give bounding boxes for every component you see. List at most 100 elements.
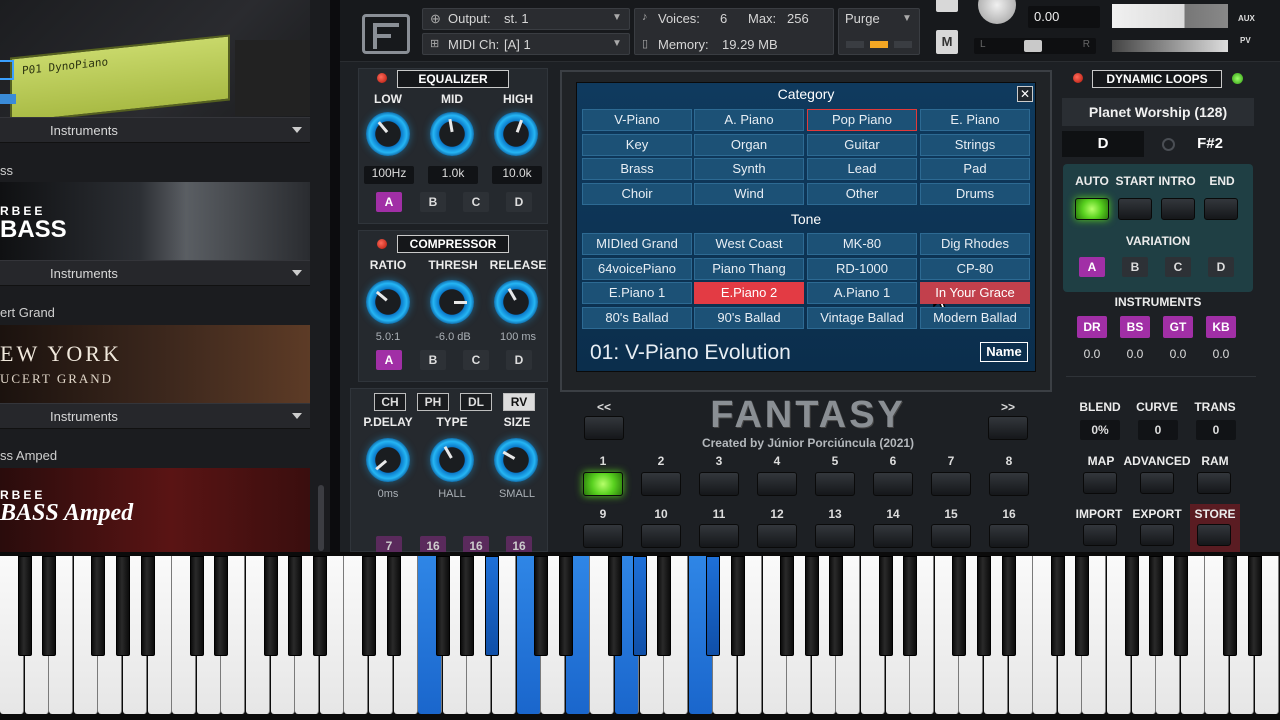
category-key[interactable]: Key — [582, 133, 692, 156]
black-key[interactable] — [706, 556, 720, 656]
next-button[interactable] — [988, 416, 1028, 440]
close-icon[interactable]: ✕ — [1017, 86, 1033, 102]
eq-low-value[interactable]: 100Hz — [364, 166, 414, 184]
pv-button[interactable]: PV — [1240, 36, 1251, 45]
black-key[interactable] — [559, 556, 573, 656]
loop-pad-3[interactable] — [699, 472, 739, 496]
black-key[interactable] — [829, 556, 843, 656]
solo-button[interactable] — [936, 0, 958, 12]
loop-pad-7[interactable] — [931, 472, 971, 496]
loops-power-led[interactable] — [1073, 73, 1083, 83]
black-key[interactable] — [460, 556, 474, 656]
loop-pad-1[interactable] — [583, 472, 623, 496]
comp-thresh-knob[interactable] — [430, 280, 474, 324]
comp-preset-b[interactable]: B — [420, 350, 446, 370]
variation-b[interactable]: B — [1122, 257, 1148, 277]
key-left-value[interactable]: D — [1062, 131, 1144, 157]
eq-mid-knob[interactable] — [430, 112, 474, 156]
prev-button[interactable] — [584, 416, 624, 440]
volume-slider[interactable] — [1112, 40, 1228, 52]
key-right-value[interactable]: F#2 — [1186, 131, 1234, 157]
comp-preset-a[interactable]: A — [376, 350, 402, 370]
category-lead[interactable]: Lead — [807, 158, 917, 180]
fx-predelay-knob[interactable] — [366, 438, 410, 482]
black-key[interactable] — [1002, 556, 1016, 656]
category-v-piano[interactable]: V-Piano — [582, 109, 692, 131]
tone-piano-thang[interactable]: Piano Thang — [694, 257, 804, 280]
loop-pad-10[interactable] — [641, 524, 681, 548]
tab-phaser[interactable]: PH — [417, 393, 449, 411]
category-choir[interactable]: Choir — [582, 182, 692, 205]
tone-rd-1000[interactable]: RD-1000 — [807, 257, 917, 280]
fx-type-knob[interactable] — [430, 438, 474, 482]
library-menu-1[interactable]: Instruments — [0, 117, 310, 143]
comp-preset-c[interactable]: C — [463, 350, 489, 370]
tone-midied-grand[interactable]: MIDIed Grand — [582, 233, 692, 255]
library-scrollbar[interactable] — [318, 485, 324, 551]
black-key[interactable] — [657, 556, 671, 656]
instrument-drums[interactable]: DR — [1077, 316, 1107, 338]
variation-c[interactable]: C — [1165, 257, 1191, 277]
black-key[interactable] — [977, 556, 991, 656]
category-drums[interactable]: Drums — [920, 182, 1030, 205]
tone-e-piano-2[interactable]: E.Piano 2 — [694, 282, 804, 304]
black-key[interactable] — [91, 556, 105, 656]
eq-high-value[interactable]: 10.0k — [492, 166, 542, 184]
eq-mid-value[interactable]: 1.0k — [428, 166, 478, 184]
loop-pad-16[interactable] — [989, 524, 1029, 548]
loop-pad-6[interactable] — [873, 472, 913, 496]
library-image-newyork[interactable]: EW YORK UCERT GRAND — [0, 325, 310, 403]
library-image-bass-amped[interactable]: RBEE BASS Amped — [0, 468, 310, 552]
comp-preset-d[interactable]: D — [506, 350, 532, 370]
tone-west-coast[interactable]: West Coast — [694, 233, 804, 255]
black-key[interactable] — [264, 556, 278, 656]
loop-pad-13[interactable] — [815, 524, 855, 548]
tab-chorus[interactable]: CH — [374, 393, 406, 411]
tone-dig-rhodes[interactable]: Dig Rhodes — [920, 233, 1030, 255]
eq-low-knob[interactable] — [366, 112, 410, 156]
category-organ[interactable]: Organ — [694, 133, 804, 156]
black-key[interactable] — [1075, 556, 1089, 656]
store-button[interactable] — [1197, 524, 1231, 546]
pan-slider[interactable]: L R — [974, 38, 1096, 54]
auto-button[interactable] — [1075, 198, 1109, 220]
tone-cp-80[interactable]: CP-80 — [920, 257, 1030, 280]
library-menu-3[interactable]: Instruments — [0, 403, 310, 429]
black-key[interactable] — [1125, 556, 1139, 656]
category-wind[interactable]: Wind — [694, 182, 804, 205]
black-key[interactable] — [116, 556, 130, 656]
category-pad[interactable]: Pad — [920, 158, 1030, 180]
import-button[interactable] — [1083, 524, 1117, 546]
export-button[interactable] — [1140, 524, 1174, 546]
loop-pad-9[interactable] — [583, 524, 623, 548]
eq-preset-c[interactable]: C — [463, 192, 489, 212]
tone-90-s-ballad[interactable]: 90's Ballad — [694, 306, 804, 329]
black-key[interactable] — [436, 556, 450, 656]
variation-a[interactable]: A — [1079, 257, 1105, 277]
category-pop-piano[interactable]: Pop Piano — [807, 109, 917, 131]
tone-e-piano-1[interactable]: E.Piano 1 — [582, 282, 692, 304]
black-key[interactable] — [1149, 556, 1163, 656]
tone-a-piano-1[interactable]: A.Piano 1 — [807, 282, 917, 304]
fx-size-knob[interactable] — [494, 438, 538, 482]
loop-pad-5[interactable] — [815, 472, 855, 496]
black-key[interactable] — [1174, 556, 1188, 656]
category-a-piano[interactable]: A. Piano — [694, 109, 804, 131]
library-image-dynopiano[interactable]: P01 DynoPiano — [0, 0, 310, 118]
comp-power-led[interactable] — [377, 239, 387, 249]
black-key[interactable] — [633, 556, 647, 656]
category-guitar[interactable]: Guitar — [807, 133, 917, 156]
variation-d[interactable]: D — [1208, 257, 1234, 277]
ram-button[interactable] — [1197, 472, 1231, 494]
tab-reverb[interactable]: RV — [503, 393, 535, 411]
black-key[interactable] — [1248, 556, 1262, 656]
black-key[interactable] — [608, 556, 622, 656]
end-button[interactable] — [1204, 198, 1238, 220]
black-key[interactable] — [313, 556, 327, 656]
comp-release-knob[interactable] — [494, 280, 538, 324]
black-key[interactable] — [1051, 556, 1065, 656]
loop-pad-15[interactable] — [931, 524, 971, 548]
black-key[interactable] — [534, 556, 548, 656]
black-key[interactable] — [485, 556, 499, 656]
loop-pad-4[interactable] — [757, 472, 797, 496]
